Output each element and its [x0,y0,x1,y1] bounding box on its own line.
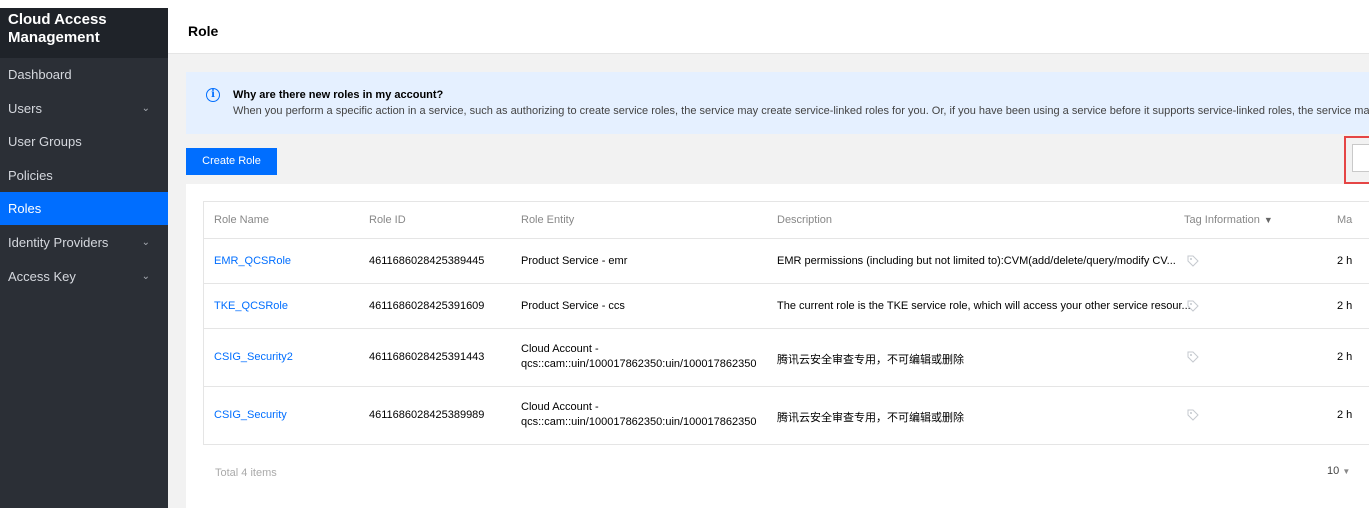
sidebar-item-label: Roles [8,201,42,216]
page: Cloud Access Management Dashboard Users ⌄… [0,0,1369,508]
app-title: Cloud Access Management [0,8,168,58]
role-description: EMR permissions (including but not limit… [777,255,1176,267]
role-entity: Cloud Account - qcs::cam::uin/1000178623… [521,400,756,430]
role-id: 4611686028425391443 [369,351,485,363]
role-id: 4611686028425389445 [369,255,485,267]
role-name-link[interactable]: EMR_QCSRole [214,255,291,267]
sidebar-item-access-key[interactable]: Access Key ⌄ [0,260,168,293]
chevron-down-icon: ⌄ [141,271,150,282]
table-row: TKE_QCSRole 4611686028425391609 Product … [204,284,1369,329]
table-row: CSIG_Security2 4611686028425391443 Cloud… [204,329,1369,387]
page-header: Role [168,8,1369,54]
modified-time: 2 h [1337,255,1353,267]
sidebar-item-roles[interactable]: Roles [0,192,168,225]
sidebar: Cloud Access Management Dashboard Users ⌄… [0,8,168,508]
role-description: The current role is the TKE service role… [777,300,1191,312]
roles-table: Role Name Role ID Role Entity Descriptio… [203,201,1369,445]
role-id: 4611686028425389989 [369,409,485,421]
role-entity-line1: Cloud Account - [521,401,599,413]
role-name-link[interactable]: CSIG_Security2 [214,351,293,363]
modified-time: 2 h [1337,351,1353,363]
notice-text: When you perform a specific action in a … [233,105,1369,117]
table-row: CSIG_Security 4611686028425389989 Cloud … [204,387,1369,445]
create-role-button[interactable]: Create Role [186,148,277,175]
sidebar-item-label: User Groups [8,134,82,149]
sidebar-item-label: Identity Providers [8,235,109,250]
page-size-value: 10 [1327,465,1340,477]
page-size-select[interactable]: 10 ▼ [1327,465,1350,477]
table-row: EMR_QCSRole 4611686028425389445 Product … [204,239,1369,284]
role-entity-line1: Cloud Account - [521,343,599,355]
tag-information-label: Tag Information [1184,214,1260,226]
roles-card: Role Name Role ID Role Entity Descriptio… [186,184,1369,508]
chevron-down-icon: ⌄ [141,103,150,114]
column-header-role-entity: Role Entity [521,214,575,226]
role-id: 4611686028425391609 [369,300,485,312]
role-description: 腾讯云安全审查专用，不可编辑或删除 [777,412,964,424]
table-header: Role Name Role ID Role Entity Descriptio… [204,202,1369,239]
filter-icon[interactable]: ▼ [1264,202,1273,239]
sidebar-item-identity-providers[interactable]: Identity Providers ⌄ [0,226,168,259]
role-entity-line2: qcs::cam::uin/100017862350:uin/100017862… [521,358,757,370]
sidebar-item-label: Users [8,101,42,116]
role-name-link[interactable]: TKE_QCSRole [214,300,288,312]
top-strip [0,0,1369,8]
column-header-role-name: Role Name [214,214,270,226]
app-title-line1: Cloud Access [8,11,107,28]
sidebar-item-label: Policies [8,168,53,183]
info-notice: i Why are there new roles in my account?… [186,72,1369,134]
role-entity-line2: qcs::cam::uin/100017862350:uin/100017862… [521,416,757,428]
main-content: Role i Why are there new roles in my acc… [168,8,1369,508]
tag-icon[interactable] [1187,255,1199,267]
column-header-tag-information: Tag Information ▼ [1184,202,1273,239]
role-description: 腾讯云安全审查专用，不可编辑或删除 [777,354,964,366]
total-items: Total 4 items [215,467,277,479]
sidebar-item-label: Access Key [8,269,76,284]
page-title: Role [188,23,219,39]
chevron-down-icon: ▼ [1342,467,1351,476]
info-icon: i [206,88,220,102]
modified-time: 2 h [1337,300,1353,312]
sidebar-item-policies[interactable]: Policies [0,159,168,192]
sidebar-item-user-groups[interactable]: User Groups [0,125,168,158]
role-entity: Product Service - emr [521,255,628,267]
highlight-box [1344,136,1369,184]
search-box[interactable] [1352,144,1369,172]
notice-title: Why are there new roles in my account? [233,89,444,101]
sidebar-item-users[interactable]: Users ⌄ [0,92,168,125]
role-entity: Cloud Account - qcs::cam::uin/1000178623… [521,342,756,372]
tag-icon[interactable] [1187,300,1199,312]
modified-time: 2 h [1337,409,1353,421]
column-header-description: Description [777,214,833,226]
column-header-modified: Ma [1337,214,1353,226]
sidebar-item-dashboard[interactable]: Dashboard [0,58,168,91]
app-title-line2: Management [8,29,100,46]
chevron-down-icon: ⌄ [141,237,150,248]
role-entity: Product Service - ccs [521,300,625,312]
tag-icon[interactable] [1187,351,1199,363]
column-header-role-id: Role ID [369,214,406,226]
sidebar-item-label: Dashboard [8,67,72,82]
tag-icon[interactable] [1187,409,1199,421]
role-name-link[interactable]: CSIG_Security [214,409,287,421]
